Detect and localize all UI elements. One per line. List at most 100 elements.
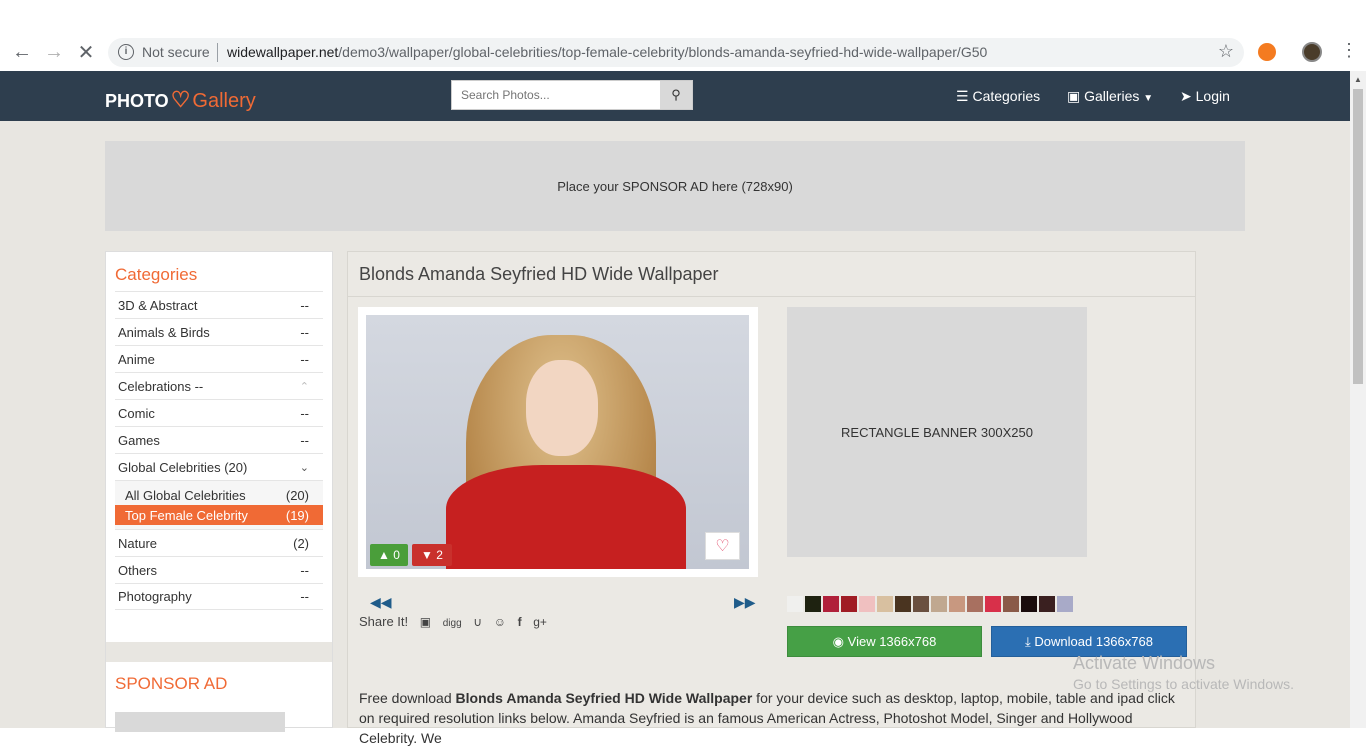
category-item[interactable]: Animals & Birds -- <box>115 318 323 345</box>
like-button[interactable]: ▲ 0 <box>370 544 408 566</box>
color-swatch[interactable] <box>985 596 1001 612</box>
category-label: Comic <box>118 405 155 421</box>
google-plus-icon[interactable]: g+ <box>533 615 547 629</box>
subcategory-label: Top Female Celebrity <box>125 507 248 523</box>
category-item[interactable]: Games -- <box>115 426 323 453</box>
thumbs-up-icon: ▲ <box>378 548 390 562</box>
info-icon[interactable]: i <box>118 44 134 60</box>
scrollbar-thumb[interactable] <box>1353 89 1363 384</box>
category-item[interactable]: Celebrations -- ⌃ <box>115 372 323 399</box>
view-button[interactable]: ◉ View 1366x768 <box>787 626 982 657</box>
subcategory-label: All Global Celebrities <box>125 487 246 503</box>
nav-login[interactable]: ➤ Login <box>1180 88 1230 105</box>
color-swatch[interactable] <box>823 596 839 612</box>
category-count: -- <box>300 297 309 313</box>
download-button-label: Download 1366x768 <box>1034 634 1153 649</box>
category-item[interactable]: Others -- <box>115 556 323 583</box>
sponsor-ad-banner[interactable]: Place your SPONSOR AD here (728x90) <box>105 141 1245 231</box>
sidebar-divider <box>106 642 332 662</box>
categories-sidebar: Categories 3D & Abstract -- Animals & Bir… <box>105 251 333 732</box>
category-label: Others <box>118 562 158 578</box>
image-icon: ▣ <box>1067 88 1081 104</box>
download-icon: ⤓ <box>1025 633 1031 649</box>
address-bar[interactable]: i Not secure widewallpaper.net/demo3/wal… <box>108 38 1244 67</box>
wallpaper-image[interactable]: ▲ 0 ▼ 2 <box>366 315 749 569</box>
color-swatch[interactable] <box>841 596 857 612</box>
back-arrow-icon[interactable]: ← <box>10 40 34 64</box>
page-scrollbar[interactable]: ▲ <box>1350 71 1366 728</box>
url-text[interactable]: widewallpaper.net/demo3/wallpaper/global… <box>227 44 987 60</box>
sponsor-ad-box[interactable] <box>115 712 285 732</box>
color-swatch[interactable] <box>877 596 893 612</box>
nav-galleries-label: Galleries <box>1084 88 1140 104</box>
next-arrow-icon[interactable]: ▶▶ <box>734 594 756 611</box>
windows-watermark-title: Activate Windows <box>1073 653 1216 673</box>
color-swatch[interactable] <box>967 596 983 612</box>
like-count: 0 <box>393 548 400 562</box>
color-swatch[interactable] <box>949 596 965 612</box>
color-swatch[interactable] <box>895 596 911 612</box>
site-logo[interactable]: PHOTO♡ Gallery <box>105 87 256 113</box>
stumbleupon-icon[interactable]: ∪ <box>473 615 482 629</box>
favorite-button[interactable]: ♡ <box>705 532 740 560</box>
color-swatch[interactable] <box>1057 596 1073 612</box>
search-input[interactable] <box>452 81 662 109</box>
color-swatch[interactable] <box>787 596 803 612</box>
dislike-button[interactable]: ▼ 2 <box>412 544 452 566</box>
thumbs-down-icon: ▼ <box>421 548 433 562</box>
wallpaper-panel: Blonds Amanda Seyfried HD Wide Wallpaper… <box>347 251 1196 746</box>
category-item[interactable]: 3D & Abstract -- <box>115 291 323 318</box>
page-title: Blonds Amanda Seyfried HD Wide Wallpaper <box>359 264 719 284</box>
color-swatch[interactable] <box>1021 596 1037 612</box>
category-item[interactable]: Photography -- <box>115 583 323 610</box>
delicious-icon[interactable]: ▣ <box>420 615 431 629</box>
profile-avatar[interactable] <box>1302 42 1322 62</box>
url-host: widewallpaper.net <box>227 44 339 60</box>
previous-arrow-icon[interactable]: ◀◀ <box>370 594 392 611</box>
forward-arrow-icon[interactable]: → <box>42 40 66 64</box>
digg-icon[interactable]: digg <box>443 618 462 629</box>
stop-loading-icon[interactable]: ✕ <box>74 40 98 64</box>
category-item[interactable]: Nature (2) <box>115 529 323 556</box>
scroll-up-icon[interactable]: ▲ <box>1354 75 1362 84</box>
heart-logo-icon: ♡ <box>170 87 191 112</box>
bookmark-star-icon[interactable]: ☆ <box>1218 41 1234 62</box>
chevron-down-icon: ⌄ <box>299 461 309 474</box>
color-swatch[interactable] <box>805 596 821 612</box>
reddit-icon[interactable]: ☺ <box>494 615 506 629</box>
desc-pre: Free download <box>359 690 456 706</box>
subcategory-count: (20) <box>285 487 309 503</box>
category-count: (2) <box>293 535 309 551</box>
subcategory-item[interactable]: All Global Celebrities (20) <box>115 485 323 505</box>
menu-kebab-icon[interactable]: ⋮ <box>1340 40 1358 61</box>
subcategory-item-active[interactable]: Top Female Celebrity (19) <box>115 505 323 525</box>
category-item[interactable]: Comic -- <box>115 399 323 426</box>
color-swatch[interactable] <box>1003 596 1019 612</box>
website-viewport: PHOTO♡Gallery ⚲ ☰ Categories ▣ Galleries… <box>0 71 1366 746</box>
color-swatch[interactable] <box>859 596 875 612</box>
color-swatch[interactable] <box>931 596 947 612</box>
facebook-icon[interactable]: f <box>518 615 522 629</box>
nav-categories[interactable]: ☰ Categories <box>956 88 1040 105</box>
category-item[interactable]: Global Celebrities (20) ⌄ <box>115 453 323 480</box>
subcategory-list: All Global Celebrities (20) Top Female Ce… <box>115 480 323 529</box>
category-count: -- <box>300 324 309 340</box>
category-item[interactable]: Anime -- <box>115 345 323 372</box>
category-count: -- <box>300 405 309 421</box>
desc-bold: Blonds Amanda Seyfried HD Wide Wallpaper <box>455 690 753 706</box>
chevron-up-icon: ⌃ <box>299 380 309 393</box>
search-button[interactable]: ⚲ <box>660 81 692 109</box>
color-swatch[interactable] <box>913 596 929 612</box>
color-swatch[interactable] <box>1039 596 1055 612</box>
category-count: -- <box>300 432 309 448</box>
nav-galleries[interactable]: ▣ Galleries ▼ <box>1067 88 1153 105</box>
extension-icon[interactable] <box>1258 43 1276 61</box>
search-icon: ⚲ <box>671 87 681 102</box>
nav-login-label: Login <box>1195 88 1230 104</box>
rectangle-banner-ad[interactable]: RECTANGLE BANNER 300X250 <box>787 307 1087 557</box>
logo-photo-text: PHOTO <box>105 91 169 111</box>
wallpaper-description: Free download Blonds Amanda Seyfried HD … <box>359 688 1189 748</box>
title-divider <box>348 296 1195 297</box>
categories-title: Categories <box>115 265 198 284</box>
category-label: Games <box>118 432 160 448</box>
